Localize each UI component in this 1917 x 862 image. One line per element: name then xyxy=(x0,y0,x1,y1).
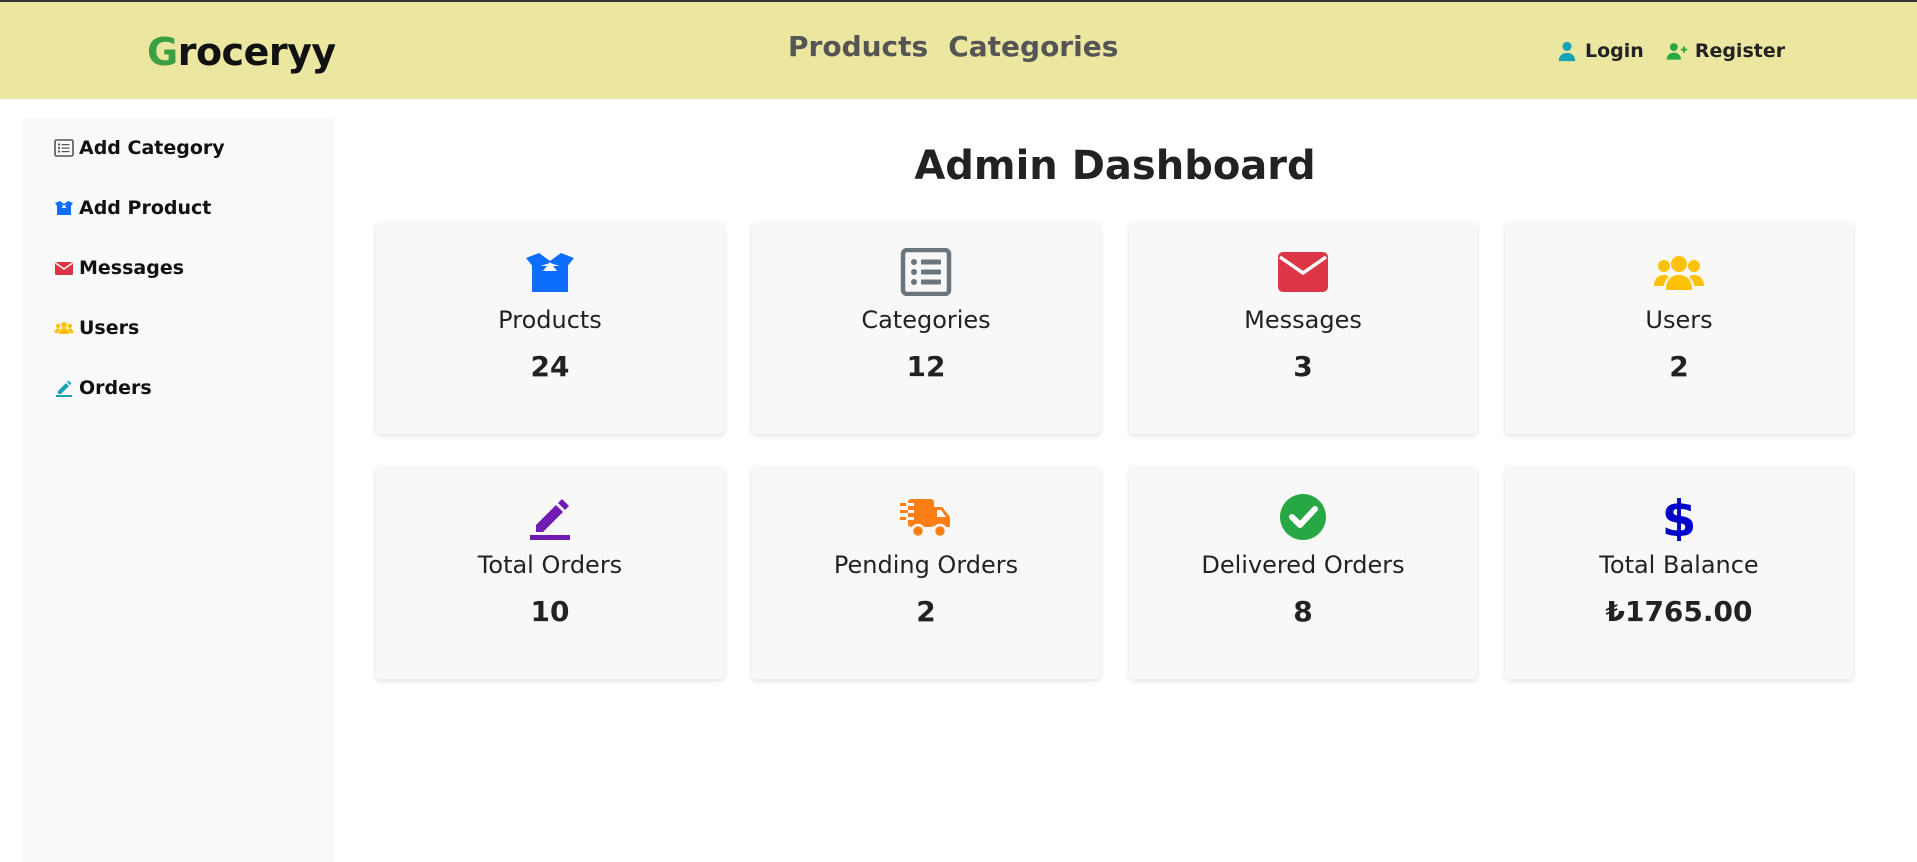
sidebar-item-users[interactable]: Users xyxy=(53,317,139,339)
pen-icon xyxy=(376,493,724,541)
sidebar-item-label: Users xyxy=(79,317,140,339)
sidebar-item-label: Orders xyxy=(79,377,152,399)
stat-card-messages: Messages 3 xyxy=(1129,222,1477,434)
user-icon xyxy=(1558,41,1576,62)
stat-value: 8 xyxy=(1293,595,1313,628)
register-label: Register xyxy=(1694,40,1786,62)
navbar: Groceryy Products Categories Login Regis… xyxy=(0,2,1917,99)
stat-label: Total Orders xyxy=(477,551,623,579)
users-icon xyxy=(1505,248,1853,296)
stat-card-categories: Categories 12 xyxy=(752,222,1100,434)
stat-label: Categories xyxy=(861,306,991,334)
stat-value: 10 xyxy=(530,595,570,628)
sidebar-item-label: Add Product xyxy=(79,197,212,219)
stat-card-users: Users 2 xyxy=(1505,222,1853,434)
stat-value: 2 xyxy=(916,595,936,628)
stat-value: 3 xyxy=(1293,350,1313,383)
login-link[interactable]: Login xyxy=(1556,40,1644,62)
stat-label: Messages xyxy=(1244,306,1362,334)
box-open-icon xyxy=(376,248,724,296)
users-icon xyxy=(53,317,75,339)
list-icon xyxy=(53,137,75,159)
sidebar-item-orders[interactable]: Orders xyxy=(53,377,152,399)
stat-value: 12 xyxy=(906,350,946,383)
stat-label: Delivered Orders xyxy=(1201,551,1405,579)
check-circle-icon xyxy=(1129,493,1477,541)
svg-text:$: $ xyxy=(1662,493,1697,541)
sidebar-item-add-product[interactable]: Add Product xyxy=(53,197,211,219)
sidebar: Add Category Add Product Messages Users … xyxy=(23,117,335,862)
brand-logo[interactable]: Groceryy xyxy=(147,30,336,74)
stat-card-delivered-orders: Delivered Orders 8 xyxy=(1129,467,1477,679)
nav-link-products[interactable]: Products xyxy=(788,30,928,63)
stat-label: Pending Orders xyxy=(833,551,1019,579)
page-title: Admin Dashboard xyxy=(914,143,1316,189)
stat-card-total-orders: Total Orders 10 xyxy=(376,467,724,679)
brand-logo-text: roceryy xyxy=(177,30,336,74)
user-plus-icon xyxy=(1666,43,1688,60)
stat-card-pending-orders: Pending Orders 2 xyxy=(752,467,1100,679)
sidebar-item-add-category[interactable]: Add Category xyxy=(53,137,225,159)
login-label: Login xyxy=(1585,40,1644,62)
stat-value: ₺1765.00 xyxy=(1605,595,1753,628)
stat-value: 24 xyxy=(530,350,570,383)
pen-icon xyxy=(53,377,75,399)
stat-card-products: Products 24 xyxy=(376,222,724,434)
envelope-icon xyxy=(1129,248,1477,296)
stat-label: Users xyxy=(1645,306,1713,334)
dollar-icon: $ xyxy=(1505,493,1853,541)
list-icon xyxy=(752,248,1100,296)
auth-links: Login Register xyxy=(1556,40,1785,62)
stat-label: Products xyxy=(498,306,602,334)
stat-value: 2 xyxy=(1669,350,1689,383)
register-link[interactable]: Register xyxy=(1666,40,1785,62)
stat-label: Total Balance xyxy=(1599,551,1759,579)
sidebar-item-label: Messages xyxy=(79,257,185,279)
main-nav: Products Categories xyxy=(788,30,1118,63)
box-open-icon xyxy=(53,197,75,219)
stat-card-total-balance: $ Total Balance ₺1765.00 xyxy=(1505,467,1853,679)
sidebar-item-messages[interactable]: Messages xyxy=(53,257,184,279)
brand-logo-initial: G xyxy=(147,30,178,74)
sidebar-item-label: Add Category xyxy=(79,137,225,159)
nav-link-categories[interactable]: Categories xyxy=(948,30,1118,63)
envelope-icon xyxy=(53,257,75,279)
truck-fast-icon xyxy=(752,493,1100,541)
